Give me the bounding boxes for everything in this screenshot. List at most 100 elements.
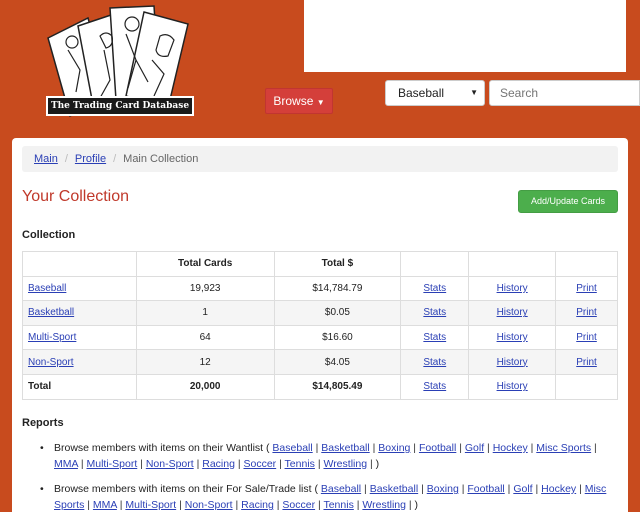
report-sport-link[interactable]: Soccer [243, 458, 276, 470]
collection-heading: Collection [22, 229, 76, 241]
caret-down-icon: ▼ [470, 88, 478, 97]
breadcrumb-separator: / [64, 153, 68, 165]
report-sport-link[interactable]: Basketball [321, 442, 369, 454]
link-separator: | [137, 458, 146, 470]
link-separator: | [527, 442, 537, 454]
link-separator: | [176, 499, 185, 511]
stats-link[interactable]: Stats [423, 332, 446, 343]
logo-banner-text[interactable]: The Trading Card Database [46, 96, 194, 116]
site-header: The Trading Card Database Browse ▼ Baseb… [0, 0, 640, 130]
report-sport-link[interactable]: Multi-Sport [86, 458, 137, 470]
report-sport-link[interactable]: Baseball [272, 442, 312, 454]
total-cards-cell: 64 [135, 324, 275, 351]
breadcrumb-current: Main Collection [123, 153, 199, 165]
history-link[interactable]: History [497, 283, 528, 294]
browse-label: Browse [273, 94, 314, 108]
column-header [468, 251, 557, 277]
column-header-total-cards: Total Cards [135, 251, 275, 277]
link-separator: | [312, 442, 322, 454]
category-link[interactable]: Baseball [28, 283, 66, 294]
link-separator: | [484, 442, 493, 454]
report-sport-link[interactable]: MMA [93, 499, 117, 511]
breadcrumb-main[interactable]: Main [34, 153, 58, 165]
sport-select-value: Baseball [398, 86, 445, 100]
category-link[interactable]: Non-Sport [28, 357, 74, 368]
breadcrumb-profile[interactable]: Profile [75, 153, 106, 165]
collection-table: Total Cards Total $ Baseball 19,923 $14,… [22, 251, 618, 400]
link-separator: | [232, 499, 242, 511]
empty-cell [555, 373, 618, 400]
print-link[interactable]: Print [576, 357, 597, 368]
link-separator: | [369, 442, 379, 454]
report-sport-link[interactable]: Racing [202, 458, 235, 470]
report-sport-link[interactable]: MMA [54, 458, 78, 470]
report-sport-link[interactable]: Boxing [427, 483, 459, 495]
column-header [400, 251, 470, 277]
report-sport-link[interactable]: Wrestling [323, 458, 367, 470]
total-cards-cell: 19,923 [135, 275, 275, 302]
link-separator: | [410, 442, 419, 454]
link-separator: | [361, 483, 370, 495]
link-separator: | [591, 442, 597, 454]
table-row: Baseball 19,923 $14,784.79 Stats History… [22, 275, 618, 302]
ad-placeholder [304, 0, 626, 72]
category-link[interactable]: Multi-Sport [28, 332, 76, 343]
report-sport-link[interactable]: Football [419, 442, 456, 454]
history-link[interactable]: History [497, 357, 528, 368]
column-header-total-value: Total $ [273, 251, 402, 277]
report-sport-link[interactable]: Tennis [323, 499, 353, 511]
history-link[interactable]: History [497, 381, 528, 392]
stats-link[interactable]: Stats [423, 357, 446, 368]
report-sport-link[interactable]: Hockey [493, 442, 528, 454]
add-update-cards-button[interactable]: Add/Update Cards [518, 190, 618, 213]
report-sport-link[interactable]: Football [467, 483, 504, 495]
link-separator: | [456, 442, 465, 454]
total-value-cell: $0.05 [273, 300, 402, 326]
report-text-close: ) [375, 458, 380, 470]
print-link[interactable]: Print [576, 307, 597, 318]
stats-link[interactable]: Stats [423, 307, 446, 318]
link-separator: | [418, 483, 427, 495]
report-sport-link[interactable]: Multi-Sport [125, 499, 176, 511]
browse-button[interactable]: Browse ▼ [265, 88, 333, 114]
report-sport-link[interactable]: Golf [513, 483, 532, 495]
reports-list: Browse members with items on their Wantl… [40, 440, 620, 512]
link-separator: | [576, 483, 585, 495]
reports-heading: Reports [22, 417, 64, 429]
history-link[interactable]: History [497, 307, 528, 318]
history-link[interactable]: History [497, 332, 528, 343]
print-link[interactable]: Print [576, 332, 597, 343]
report-sport-link[interactable]: Tennis [285, 458, 315, 470]
breadcrumb: Main / Profile / Main Collection [22, 146, 618, 172]
total-value-cell: $4.05 [273, 349, 402, 375]
link-separator: | [276, 458, 285, 470]
print-link[interactable]: Print [576, 283, 597, 294]
column-header [22, 251, 137, 277]
report-sport-link[interactable]: Racing [241, 499, 274, 511]
report-sport-link[interactable]: Boxing [378, 442, 410, 454]
report-sport-link[interactable]: Baseball [321, 483, 361, 495]
report-sport-link[interactable]: Non-Sport [146, 458, 194, 470]
stats-link[interactable]: Stats [423, 283, 446, 294]
link-separator: | [532, 483, 542, 495]
stats-link[interactable]: Stats [423, 381, 446, 392]
total-value-cell: $14,784.79 [273, 275, 402, 302]
total-cards-cell: 12 [135, 349, 275, 375]
total-cards-cell: 1 [135, 300, 275, 326]
link-separator: | [84, 499, 93, 511]
report-item: Browse members with items on their Wantl… [40, 440, 620, 472]
breadcrumb-separator: / [113, 153, 117, 165]
sport-select[interactable]: Baseball ▼ [385, 80, 485, 106]
column-header [555, 251, 618, 277]
report-sport-link[interactable]: Misc Sports [536, 442, 591, 454]
report-sport-link[interactable]: Non-Sport [185, 499, 233, 511]
report-sport-link[interactable]: Hockey [541, 483, 576, 495]
report-sport-link[interactable]: Basketball [370, 483, 418, 495]
report-text: Browse members with items on their For S… [54, 483, 321, 495]
report-sport-link[interactable]: Soccer [282, 499, 315, 511]
search-input[interactable] [489, 80, 640, 106]
report-sport-link[interactable]: Golf [465, 442, 484, 454]
category-link[interactable]: Basketball [28, 307, 74, 318]
report-text: Browse members with items on their Wantl… [54, 442, 273, 454]
report-sport-link[interactable]: Wrestling [362, 499, 406, 511]
